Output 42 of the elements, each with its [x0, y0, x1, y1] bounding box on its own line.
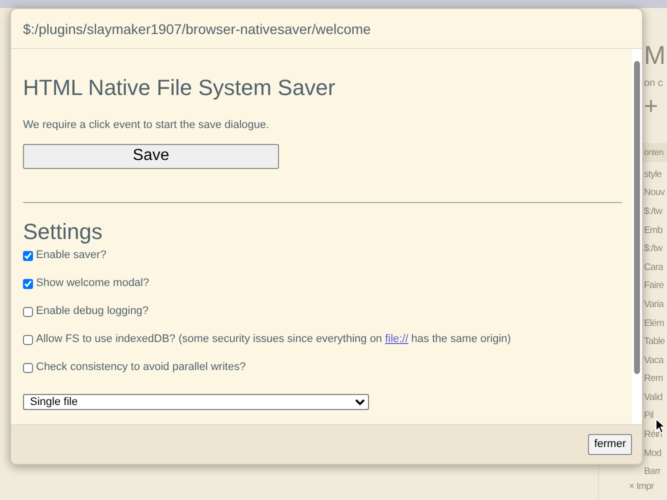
sidebar-item[interactable]: Mod: [644, 444, 667, 464]
sidebar-item[interactable]: Vaca: [644, 352, 667, 370]
page-heading: HTML Native File System Saver: [23, 75, 336, 102]
file-link[interactable]: file://: [385, 333, 408, 346]
sidebar-item[interactable]: $:/tw: [644, 202, 667, 222]
checkbox[interactable]: [23, 306, 33, 317]
sidebar-item[interactable]: Table: [644, 333, 667, 352]
close-icon[interactable]: ×: [629, 480, 634, 492]
page-title: M: [644, 42, 667, 68]
intro-text: We require a click event to start the save dialogue.: [23, 118, 270, 134]
notice-text: Impr: [636, 480, 654, 492]
section-heading: Settings: [23, 218, 104, 246]
checkbox[interactable]: [23, 334, 33, 345]
sidebar-item[interactable]: Barr: [644, 463, 667, 482]
sidebar-item[interactable]: Nouv: [644, 184, 667, 203]
sidebar-item[interactable]: $:/tw: [644, 240, 667, 259]
sidebar-item[interactable]: Rem: [644, 370, 667, 389]
option-label: Check consistency to avoid parallel writes?: [36, 361, 246, 374]
option-label: Allow FS to use indexedDB? (some security issues since everything on: [36, 333, 382, 346]
sidebar-item[interactable]: style: [644, 166, 667, 184]
sidebar-item[interactable]: Cara: [644, 258, 667, 278]
option-label: Show welcome modal?: [36, 277, 150, 290]
toolbar-button[interactable]: +: [644, 95, 667, 119]
checkbox[interactable]: [23, 278, 33, 289]
sidebar-item[interactable]: Réin: [644, 426, 667, 445]
option-label: Enable debug logging?: [36, 305, 149, 318]
sidebar-item[interactable]: Pil: [644, 407, 667, 426]
sidebar-item[interactable]: Valid: [644, 388, 667, 408]
checkbox[interactable]: [23, 362, 33, 373]
save-button[interactable]: Save: [23, 144, 279, 169]
close-button[interactable]: fermer: [588, 434, 632, 455]
mode-select[interactable]: Single file: [23, 394, 369, 410]
window-title: $:/plugins/slaymaker1907/browser-nativesaver/welcome: [11, 9, 642, 49]
sidebar-item[interactable]: Varia: [644, 296, 667, 314]
sidebar-item[interactable]: Faire: [644, 277, 667, 296]
scrollbar[interactable]: [632, 49, 642, 424]
checkbox[interactable]: [23, 250, 33, 261]
sidebar-item[interactable]: Emb: [644, 222, 667, 240]
option-label: Enable saver?: [36, 249, 106, 262]
sidebar-item[interactable]: Elém: [644, 314, 667, 334]
page-subtitle: on c: [644, 77, 664, 91]
option-label: has the same origin): [411, 333, 511, 346]
